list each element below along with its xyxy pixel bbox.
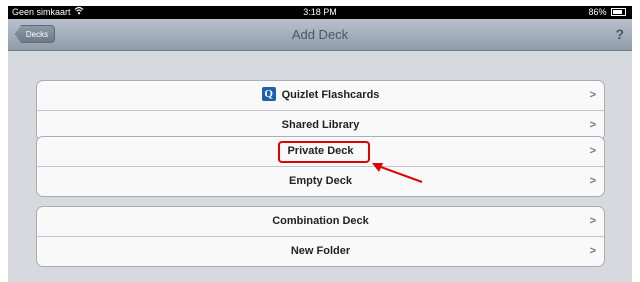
battery-percent: 86% [588, 7, 607, 17]
row-label: Quizlet Flashcards [281, 89, 380, 101]
chevron-right-icon: > [589, 175, 596, 187]
group-other: Combination Deck > New Folder > [36, 206, 605, 267]
row-quizlet-flashcards[interactable]: Q Quizlet Flashcards > [37, 81, 604, 110]
chevron-right-icon: > [589, 89, 596, 101]
chevron-right-icon: > [589, 215, 596, 227]
row-label: Empty Deck [289, 175, 352, 187]
deck-options-list: Q Quizlet Flashcards > Shared Library > P… [8, 51, 632, 282]
clock: 3:18 PM [303, 7, 337, 17]
row-combination-deck[interactable]: Combination Deck > [37, 207, 604, 236]
row-empty-deck[interactable]: Empty Deck > [37, 166, 604, 196]
annotation-arrow-icon [372, 163, 423, 183]
navigation-bar: Decks Add Deck ? [8, 19, 632, 51]
row-label: New Folder [290, 245, 351, 257]
chevron-right-icon: > [589, 245, 596, 257]
quizlet-logo-icon: Q [261, 87, 276, 102]
help-button[interactable]: ? [615, 19, 624, 50]
row-new-folder[interactable]: New Folder > [37, 236, 604, 266]
row-label: Shared Library [281, 119, 360, 131]
group-online: Q Quizlet Flashcards > Shared Library > [36, 80, 605, 141]
highlight-box [278, 141, 370, 163]
battery-icon [611, 7, 626, 16]
chevron-right-icon: > [589, 145, 596, 157]
page-title: Add Deck [291, 27, 349, 42]
row-label: Combination Deck [272, 215, 369, 227]
battery-status: 86% [588, 6, 626, 19]
status-bar: Geen simkaart 3:18 PM 86% [8, 6, 632, 19]
